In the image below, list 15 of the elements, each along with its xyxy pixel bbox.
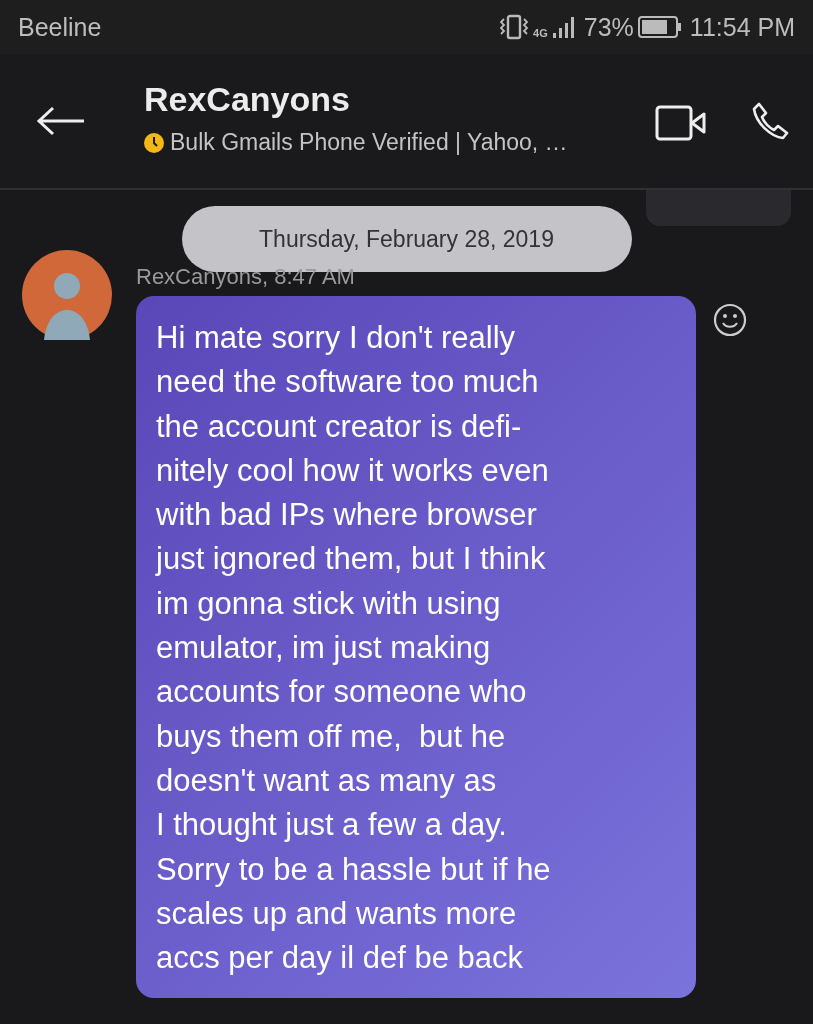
phone-icon[interactable] [751, 101, 791, 141]
avatar[interactable] [22, 250, 112, 340]
vibrate-icon [499, 14, 530, 40]
smiley-icon[interactable] [712, 302, 748, 338]
battery-percent: 73% [583, 12, 634, 42]
contact-status: Bulk Gmails Phone Verified | Yahoo, … [170, 129, 568, 156]
network-label: 4G [533, 26, 548, 39]
back-icon[interactable] [36, 106, 86, 136]
signal-icon [551, 15, 576, 39]
carrier-name: Beeline [18, 12, 102, 42]
clock: 11:54 PM [689, 12, 795, 42]
contact-name: RexCanyons [144, 80, 351, 119]
battery-icon [637, 16, 682, 38]
message-bubble: Hi mate sorry I don't really need the software too much the account creator is defi- nitely cool how it works even with bad IPs where browser just ignored them, but I think im gonna stick with using emulator, im just making accounts for someone who buys them off me, but he doesn't want as many as I thought just a few a day. Sorry to be a hassle but if he scales up and wants more accs per day il def be back [136, 296, 696, 999]
video-call-icon[interactable] [655, 105, 707, 141]
